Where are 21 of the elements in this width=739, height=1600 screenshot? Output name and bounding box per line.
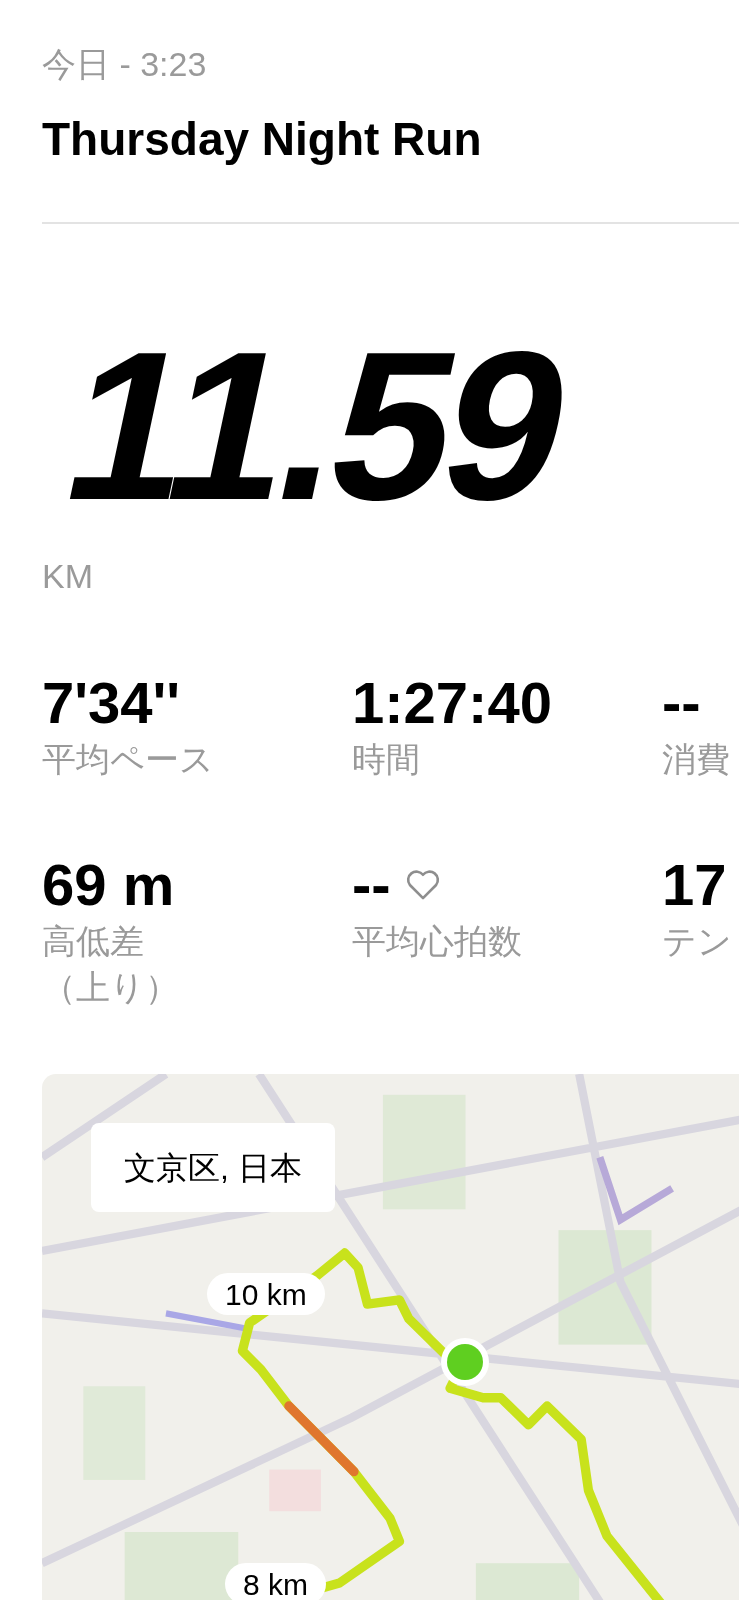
stat-label: テン: [662, 921, 732, 962]
stat-label: （上り）: [42, 967, 179, 1008]
stat-label: 平均ペース: [42, 739, 214, 780]
stat-label: 消費: [662, 739, 730, 780]
stat-value: --: [662, 670, 701, 736]
stat-label: 平均心拍数: [352, 921, 522, 962]
date-text: 今日 - 3:23: [42, 44, 208, 85]
stat-value: 17: [662, 852, 727, 918]
location-label: 文京区, 日本: [91, 1123, 335, 1212]
stat-label: 高低差: [42, 921, 144, 962]
distance-marker: 10 km: [207, 1273, 325, 1315]
distance-marker: 8 km: [225, 1563, 326, 1600]
stat-value: 7'34'': [42, 670, 181, 736]
activity-title: Thursday Night Run: [42, 112, 483, 166]
heart-icon: [404, 869, 441, 901]
distance-value: 11.59: [48, 316, 583, 536]
distance-unit: KM: [42, 556, 94, 596]
stat-label: 時間: [352, 739, 420, 780]
stat-value: 1:27:40: [352, 670, 552, 736]
stat-value: --: [352, 852, 391, 918]
stat-value: 69 m: [42, 852, 175, 918]
